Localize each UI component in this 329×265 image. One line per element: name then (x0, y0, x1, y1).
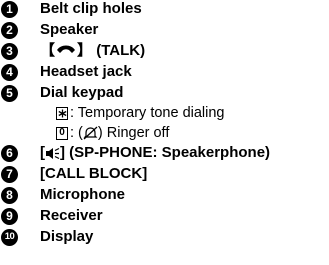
item-number-badge: 2 (1, 21, 18, 39)
asterisk-key-icon (56, 106, 68, 120)
item-label: Speaker (40, 21, 99, 38)
item-label: Microphone (40, 186, 125, 203)
subitem-text: : Temporary tone dialing (70, 105, 225, 121)
zero-key-icon: 0 (56, 126, 68, 140)
phone-handset-icon (57, 45, 76, 53)
item-label-call-block: [CALL BLOCK] (40, 165, 148, 182)
item-label: Dial keypad (40, 84, 124, 101)
item-label-talk: 【 】 (TALK) (40, 42, 146, 59)
item-number-badge: 5 (1, 84, 18, 102)
item-number-badge: 6 (1, 144, 18, 162)
subitem-text: : ( (70, 125, 83, 141)
item-number-badge: 10 (1, 228, 18, 246)
item-label: Receiver (40, 207, 103, 224)
item-number-badge: 8 (1, 186, 18, 204)
item-number-badge: 1 (1, 0, 18, 18)
item-number-badge: 4 (1, 63, 18, 81)
item-label-speakerphone: [ ] (SP-PHONE: Speakerphone) (40, 144, 271, 161)
speaker-icon (46, 147, 60, 159)
item-number-badge: 3 (1, 42, 18, 60)
subitem-text-after: ) Ringer off (97, 125, 170, 141)
ringer-off-icon (83, 126, 98, 140)
item-label: Belt clip holes (40, 0, 142, 17)
item-number-badge: 7 (1, 165, 18, 183)
item-label: Display (40, 228, 94, 245)
item-number-badge: 9 (1, 207, 18, 225)
item-label: Headset jack (40, 63, 132, 80)
